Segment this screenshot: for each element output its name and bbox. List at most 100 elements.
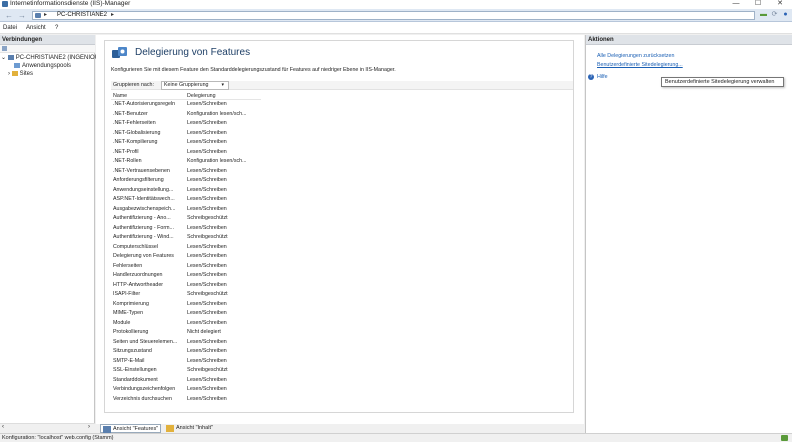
table-row[interactable]: Module Lesen/Schreiben: [111, 319, 261, 329]
table-row[interactable]: Protokollierung Nicht delegiert: [111, 328, 261, 338]
table-row[interactable]: Verzeichnis durchsuchen Lesen/Schreiben: [111, 395, 261, 405]
delegation-cell: Schreibgeschützt: [187, 367, 228, 373]
delegation-cell: Lesen/Schreiben: [187, 167, 227, 174]
scroll-right-icon[interactable]: ›: [88, 424, 90, 430]
table-row[interactable]: Authentifizierung - Wind... Schreibgeschü…: [111, 233, 261, 243]
table-row[interactable]: ISAPI-Filter Schreibgeschützt: [111, 290, 261, 300]
table-row[interactable]: Verbindungszeichenfolgen Lesen/Schreiben: [111, 385, 261, 395]
minimize-button[interactable]: —: [725, 0, 747, 9]
tab-features-view[interactable]: Ansicht "Features": [100, 424, 162, 433]
table-row[interactable]: Anwendungseinstellung... Lesen/Schreiben: [111, 186, 261, 196]
chevron-down-icon[interactable]: ⌄: [1, 55, 6, 61]
menu-help[interactable]: ?: [55, 24, 58, 32]
tree-node-sites[interactable]: › Sites: [8, 71, 33, 78]
refresh-icon[interactable]: ⟳: [770, 11, 779, 19]
table-row[interactable]: .NET-Profil Lesen/Schreiben: [111, 148, 261, 158]
feature-name-cell: Anforderungsfilterung: [113, 177, 164, 183]
table-row[interactable]: Delegierung von Features Lesen/Schreiben: [111, 252, 261, 262]
back-button[interactable]: ←: [4, 11, 14, 20]
table-row[interactable]: HTTP-Antwortheader Lesen/Schreiben: [111, 281, 261, 291]
table-row[interactable]: .NET-Kompilierung Lesen/Schreiben: [111, 138, 261, 148]
table-row[interactable]: .NET-Vertrauensebenen Lesen/Schreiben: [111, 167, 261, 177]
table-row[interactable]: Computerschlüssel Lesen/Schreiben: [111, 243, 261, 253]
table-row[interactable]: Handlerzuordnungen Lesen/Schreiben: [111, 271, 261, 281]
delegation-cell: Schreibgeschützt: [187, 291, 228, 297]
table-row[interactable]: .NET-Benutzer Konfiguration lesen/sch...: [111, 110, 261, 120]
table-row[interactable]: Komprimierung Lesen/Schreiben: [111, 300, 261, 310]
delegation-cell: Lesen/Schreiben: [187, 262, 227, 269]
chevron-right-icon[interactable]: ›: [8, 71, 10, 77]
feature-name-cell: Anwendungseinstellung...: [113, 186, 174, 193]
breadcrumb-server[interactable]: PC-CHRISTIANE2: [57, 12, 107, 19]
table-row[interactable]: Seiten und Steuerelemen... Lesen/Schreibe…: [111, 338, 261, 348]
menu-file[interactable]: Datei: [3, 24, 17, 32]
tooltip: Benutzerdefinierte Sitedelegierung verwa…: [661, 77, 784, 87]
feature-name-cell: Delegierung von Features: [113, 253, 174, 259]
column-header-name[interactable]: Name: [113, 92, 185, 100]
forward-button[interactable]: →: [17, 11, 27, 20]
breadcrumb-separator[interactable]: ▸: [111, 12, 114, 19]
delegation-cell: Lesen/Schreiben: [187, 101, 227, 107]
menu-bar: Datei Ansicht ?: [0, 22, 792, 34]
delegation-cell: Lesen/Schreiben: [187, 310, 227, 316]
table-row[interactable]: Anforderungsfilterung Lesen/Schreiben: [111, 176, 261, 186]
table-row[interactable]: ASP.NET-Identitätswech... Lesen/Schreiben: [111, 195, 261, 205]
features-view-icon: [103, 426, 111, 433]
table-row[interactable]: .NET-Globalisierung Lesen/Schreiben: [111, 129, 261, 139]
menu-view[interactable]: Ansicht: [26, 24, 46, 32]
address-field[interactable]: ▸ PC-CHRISTIANE2 ▸: [32, 11, 755, 20]
network-icon[interactable]: ▬: [759, 11, 768, 19]
iis-app-icon: [2, 1, 8, 7]
close-button[interactable]: ✕: [769, 0, 791, 9]
delegation-cell: Lesen/Schreiben: [187, 224, 227, 231]
table-row[interactable]: Ausgabezwischenspeich... Lesen/Schreiben: [111, 205, 261, 215]
table-body: .NET-Autorisierungsregeln Lesen/Schreiben…: [111, 100, 261, 404]
help-link[interactable]: Hilfe: [597, 74, 608, 81]
table-row[interactable]: .NET-Rollen Konfiguration lesen/sch...: [111, 157, 261, 167]
horizontal-scrollbar[interactable]: ‹ ›: [0, 423, 95, 431]
delegation-table: Name Delegierung .NET-Autorisierungsrege…: [111, 92, 261, 404]
delegation-cell: Schreibgeschützt: [187, 215, 228, 221]
custom-site-delegation-link[interactable]: Benutzerdefinierte Sitedelegierung...: [597, 62, 683, 69]
delegation-cell: Lesen/Schreiben: [187, 348, 227, 354]
column-header-delegation[interactable]: Delegierung: [187, 92, 261, 100]
feature-name-cell: .NET-Profil: [113, 148, 139, 155]
table-row[interactable]: SSL-Einstellungen Schreibgeschützt: [111, 366, 261, 376]
delegation-cell: Lesen/Schreiben: [187, 120, 227, 126]
tree-node-server[interactable]: ⌄ PC-CHRISTIANE2 (INGENIOU: [1, 55, 99, 62]
help-icon[interactable]: ●: [781, 11, 790, 19]
table-row[interactable]: SMTP-E-Mail Lesen/Schreiben: [111, 357, 261, 367]
help-icon: ?: [588, 74, 594, 80]
table-row[interactable]: .NET-Autorisierungsregeln Lesen/Schreiben: [111, 100, 261, 110]
maximize-button[interactable]: ☐: [747, 0, 769, 9]
delegation-cell: Konfiguration lesen/sch...: [187, 158, 247, 164]
table-row[interactable]: Authentifizierung - Form... Lesen/Schreib…: [111, 224, 261, 234]
scroll-left-icon[interactable]: ‹: [2, 424, 4, 430]
delegation-cell: Lesen/Schreiben: [187, 357, 227, 364]
feature-name-cell: ISAPI-Filter: [113, 291, 141, 297]
delegation-cell: Lesen/Schreiben: [187, 243, 227, 250]
content-view-icon: [166, 425, 174, 432]
connections-header: Verbindungen: [0, 35, 95, 45]
tree-node-app-pools[interactable]: Anwendungspools: [14, 63, 71, 70]
table-row[interactable]: Authentifizierung - Ano... Schreibgeschüt…: [111, 214, 261, 224]
feature-name-cell: .NET-Fehlerseiten: [113, 120, 156, 126]
table-row[interactable]: Sitzungszustand Lesen/Schreiben: [111, 347, 261, 357]
title-bar: Internetinformationsdienste (IIS)-Manage…: [0, 0, 792, 9]
group-by-select[interactable]: Keine Gruppierung ▾: [161, 81, 229, 90]
tab-content-view[interactable]: Ansicht "Inhalt": [164, 424, 215, 433]
actions-header: Aktionen: [586, 35, 792, 45]
group-by-label: Gruppieren nach:: [113, 82, 154, 88]
delegation-cell: Lesen/Schreiben: [187, 177, 227, 183]
feature-name-cell: Authentifizierung - Wind...: [113, 234, 174, 240]
table-row[interactable]: Standarddokument Lesen/Schreiben: [111, 376, 261, 386]
table-row[interactable]: MIME-Typen Lesen/Schreiben: [111, 309, 261, 319]
feature-name-cell: Authentifizierung - Ano...: [113, 215, 171, 221]
feature-name-cell: .NET-Autorisierungsregeln: [113, 101, 176, 107]
table-row[interactable]: .NET-Fehlerseiten Lesen/Schreiben: [111, 119, 261, 129]
new-connection-icon[interactable]: [2, 46, 7, 51]
breadcrumb-separator[interactable]: ▸: [44, 12, 47, 19]
feature-name-cell: Standarddokument: [113, 376, 158, 383]
table-row[interactable]: Fehlerseiten Lesen/Schreiben: [111, 262, 261, 272]
reset-all-delegation-link[interactable]: Alle Delegierungen zurücksetzen: [597, 53, 674, 60]
